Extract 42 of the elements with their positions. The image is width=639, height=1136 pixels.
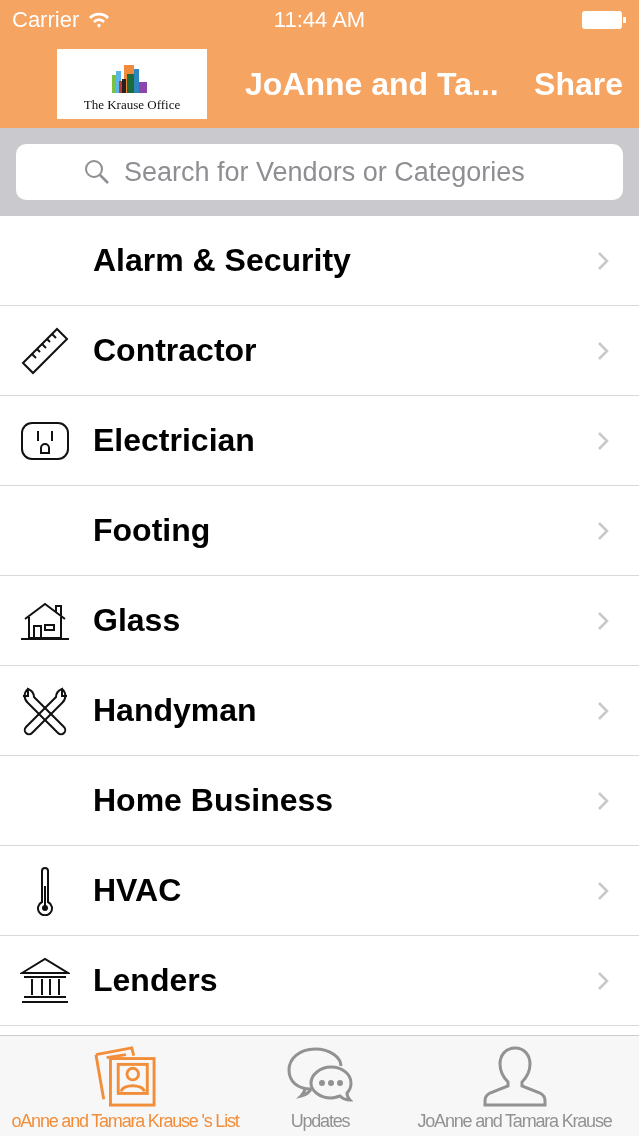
category-row[interactable]: Lenders: [0, 936, 639, 1026]
chevron-icon: [597, 970, 609, 991]
category-row[interactable]: HVAC: [0, 846, 639, 936]
ruler-icon: [19, 325, 70, 376]
battery-icon: [581, 10, 627, 30]
category-row[interactable]: Alarm & Security: [0, 216, 639, 306]
chevron-icon: [597, 520, 609, 541]
chevron-icon: [597, 340, 609, 361]
search-icon: [84, 159, 110, 185]
chevron-icon: [597, 700, 609, 721]
category-label: HVAC: [93, 872, 182, 909]
category-label: Electrician: [93, 422, 255, 459]
category-row[interactable]: Contractor: [0, 306, 639, 396]
nav-title: JoAnne and Ta...: [245, 65, 499, 103]
category-row[interactable]: Handyman: [0, 666, 639, 756]
category-row[interactable]: Footing: [0, 486, 639, 576]
chevron-icon: [597, 880, 609, 901]
category-label: Home Business: [93, 782, 334, 819]
category-label: Lenders: [93, 962, 218, 999]
house-icon: [19, 600, 70, 641]
logo-text: The Krause Office: [83, 97, 181, 113]
search-field[interactable]: Search for Vendors or Categories: [16, 144, 623, 200]
outlet-icon: [19, 420, 70, 461]
category-label: Contractor: [93, 332, 257, 369]
thermometer-icon: [34, 865, 55, 916]
chevron-icon: [597, 610, 609, 631]
person-icon: [481, 1045, 548, 1107]
status-time: 11:44 AM: [272, 7, 367, 33]
chevron-icon: [597, 430, 609, 451]
carrier-name: Carrier: [12, 7, 80, 33]
chevron-icon: [597, 250, 609, 271]
photos-icon: [93, 1045, 157, 1107]
category-label: Alarm & Security: [93, 242, 351, 279]
wifi-icon: [87, 11, 112, 29]
category-row[interactable]: Home Business: [0, 756, 639, 846]
chevron-icon: [597, 790, 609, 811]
category-row[interactable]: Glass: [0, 576, 639, 666]
category-label: Glass: [93, 602, 181, 639]
category-label: Footing: [93, 512, 211, 549]
category-row[interactable]: Electrician: [0, 396, 639, 486]
category-label: Handyman: [93, 692, 257, 729]
bank-icon: [19, 956, 70, 1005]
